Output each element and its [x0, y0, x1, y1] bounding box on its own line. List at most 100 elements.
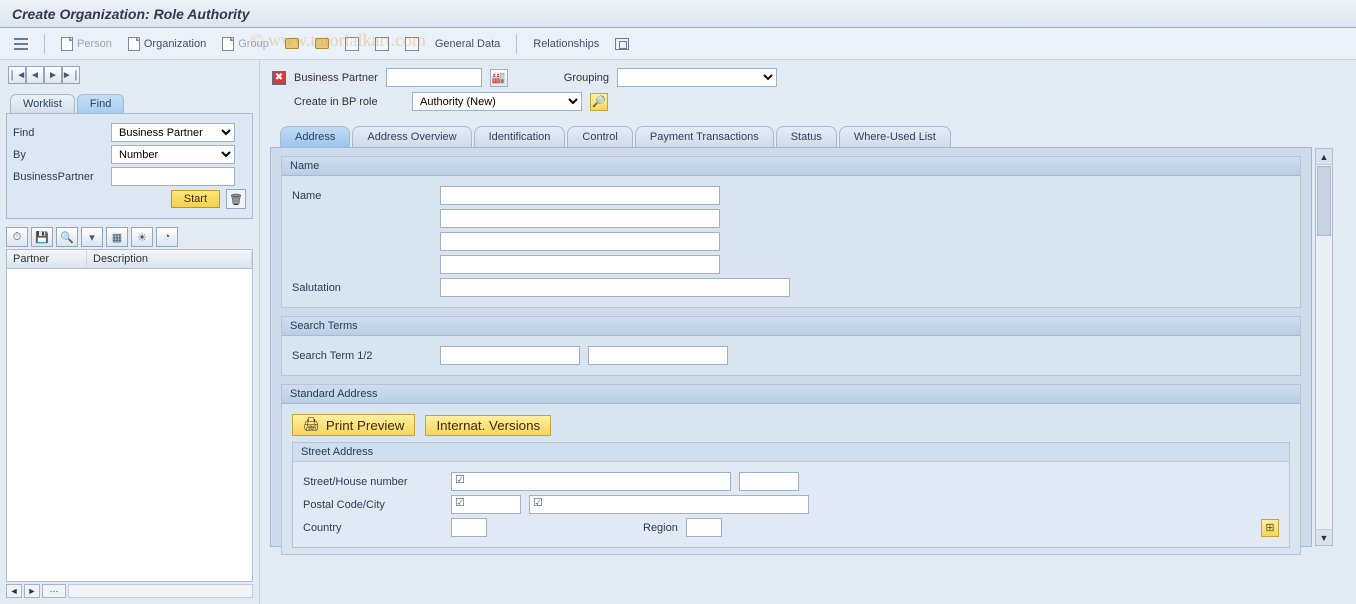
- role-info-button[interactable]: 🔎: [590, 93, 608, 111]
- postal-label: Postal Code/City: [303, 499, 443, 511]
- grouping-select[interactable]: [617, 68, 777, 87]
- group-button[interactable]: Group: [218, 35, 273, 53]
- tab-payment-label: Payment Transactions: [650, 131, 759, 143]
- grouping-label: Grouping: [564, 72, 609, 84]
- check-button[interactable]: [371, 35, 393, 53]
- general-data-button[interactable]: General Data: [431, 36, 504, 52]
- nav-next-button[interactable]: ►: [44, 66, 62, 84]
- postal-code-input[interactable]: [451, 495, 521, 514]
- relationships-button[interactable]: Relationships: [529, 36, 603, 52]
- scroll-left-button[interactable]: ◄: [6, 584, 22, 598]
- print-preview-button[interactable]: 🖨 Print Preview: [292, 414, 415, 436]
- layout-button[interactable]: ▦: [106, 227, 128, 247]
- delete-button[interactable]: 🗑: [226, 189, 246, 209]
- right-panel: ✖ Business Partner 🏭 Grouping Create in …: [260, 60, 1356, 604]
- open2-button[interactable]: [311, 36, 333, 51]
- find-button[interactable]: 🔍: [56, 227, 78, 247]
- region-input[interactable]: [686, 518, 722, 537]
- tab-where-used[interactable]: Where-Used List: [839, 126, 951, 147]
- salutation-input[interactable]: [440, 278, 790, 297]
- scroll-right-button[interactable]: ►: [24, 584, 40, 598]
- name-input-1[interactable]: [440, 186, 720, 205]
- print-icon: 🖨: [303, 417, 320, 433]
- nav-last-button[interactable]: ►❘: [62, 66, 80, 84]
- search-term-2-input[interactable]: [588, 346, 728, 365]
- tab-status[interactable]: Status: [776, 126, 837, 147]
- trash-icon: 🗑: [229, 193, 243, 206]
- country-input[interactable]: [451, 518, 487, 537]
- scroll-thumb[interactable]: ⋯: [42, 584, 66, 598]
- relationships-icon-button[interactable]: [611, 36, 633, 52]
- scroll-up-button[interactable]: ▲: [1316, 149, 1332, 165]
- country-label: Country: [303, 522, 443, 534]
- chart-icon: ☀: [137, 231, 147, 244]
- tab-payment[interactable]: Payment Transactions: [635, 126, 774, 147]
- by-select[interactable]: Number: [111, 145, 235, 164]
- bp-field-input[interactable]: [111, 167, 235, 186]
- tab-control-label: Control: [582, 131, 617, 143]
- menu-button[interactable]: [10, 36, 32, 52]
- grid-icon: ▦: [112, 231, 122, 244]
- col-description[interactable]: Description: [87, 251, 252, 267]
- name-input-2[interactable]: [440, 209, 720, 228]
- search-term-label: Search Term 1/2: [292, 350, 432, 362]
- tab-address-overview[interactable]: Address Overview: [352, 126, 471, 147]
- organization-button[interactable]: Organization: [124, 35, 210, 53]
- tab-worklist[interactable]: Worklist: [10, 94, 75, 113]
- separator: [44, 34, 45, 54]
- tab-content-address: ▲ ▼ Name Name Salutation: [270, 147, 1312, 547]
- filter-button[interactable]: ▾: [81, 227, 103, 247]
- expand-icon: ⊞: [1265, 521, 1274, 534]
- find-label: Find: [13, 127, 105, 139]
- graphic-button[interactable]: ☀: [131, 227, 153, 247]
- bp-field-label: BusinessPartner: [13, 171, 105, 183]
- tab-identification[interactable]: Identification: [474, 126, 566, 147]
- execute-button[interactable]: ⏱: [6, 227, 28, 247]
- start-button[interactable]: Start: [171, 190, 220, 208]
- left-panel: ❘◄ ◄ ► ►❘ Worklist Find Find Business Pa…: [0, 60, 260, 604]
- nav-first-button[interactable]: ❘◄: [8, 66, 26, 84]
- binocular-icon: 🔍: [60, 231, 74, 244]
- save-button[interactable]: 💾: [31, 227, 53, 247]
- internat-versions-button[interactable]: Internat. Versions: [425, 415, 551, 436]
- next-button[interactable]: [341, 35, 363, 53]
- house-number-input[interactable]: [739, 472, 799, 491]
- find-select[interactable]: Business Partner: [111, 123, 235, 142]
- street-input[interactable]: [451, 472, 731, 491]
- app-toolbar: © www.tutorialkart.com Person Organizati…: [0, 28, 1356, 60]
- open-button[interactable]: [281, 36, 303, 51]
- scroll-track[interactable]: [68, 584, 253, 598]
- horizontal-scrollbar[interactable]: ◄ ► ⋯: [6, 584, 253, 598]
- bp-role-select[interactable]: Authority (New): [412, 92, 582, 111]
- nav-prev-button[interactable]: ◄: [26, 66, 44, 84]
- search-term-1-input[interactable]: [440, 346, 580, 365]
- bp-number-input[interactable]: [386, 68, 482, 87]
- tab-control[interactable]: Control: [567, 126, 632, 147]
- scroll-thumb[interactable]: [1317, 166, 1331, 236]
- region-label: Region: [643, 522, 678, 534]
- bp-display-button[interactable]: 🏭: [490, 69, 508, 87]
- palette-button[interactable]: ◔: [156, 227, 178, 247]
- document-icon: [128, 37, 140, 51]
- bp-selected-indicator[interactable]: ✖: [272, 71, 286, 85]
- tab-find[interactable]: Find: [77, 94, 124, 113]
- grid-header: Partner Description: [6, 249, 253, 269]
- scroll-down-button[interactable]: ▼: [1316, 529, 1332, 545]
- document-icon: [61, 37, 73, 51]
- grid-body[interactable]: [6, 269, 253, 582]
- group-street-address: Street Address Street/House number Posta…: [292, 442, 1290, 548]
- box-button[interactable]: [401, 35, 423, 53]
- col-partner[interactable]: Partner: [7, 251, 87, 267]
- name-input-3[interactable]: [440, 232, 720, 251]
- person-button[interactable]: Person: [57, 35, 116, 53]
- city-input[interactable]: [529, 495, 809, 514]
- tab-where-label: Where-Used List: [854, 131, 936, 143]
- tab-find-label: Find: [90, 98, 111, 110]
- expand-address-button[interactable]: ⊞: [1261, 519, 1279, 537]
- tab-address[interactable]: Address: [280, 126, 350, 147]
- vertical-scrollbar[interactable]: ▲ ▼: [1315, 148, 1333, 546]
- start-label: Start: [184, 193, 207, 205]
- by-label: By: [13, 149, 105, 161]
- group-search-header: Search Terms: [282, 317, 1300, 336]
- name-input-4[interactable]: [440, 255, 720, 274]
